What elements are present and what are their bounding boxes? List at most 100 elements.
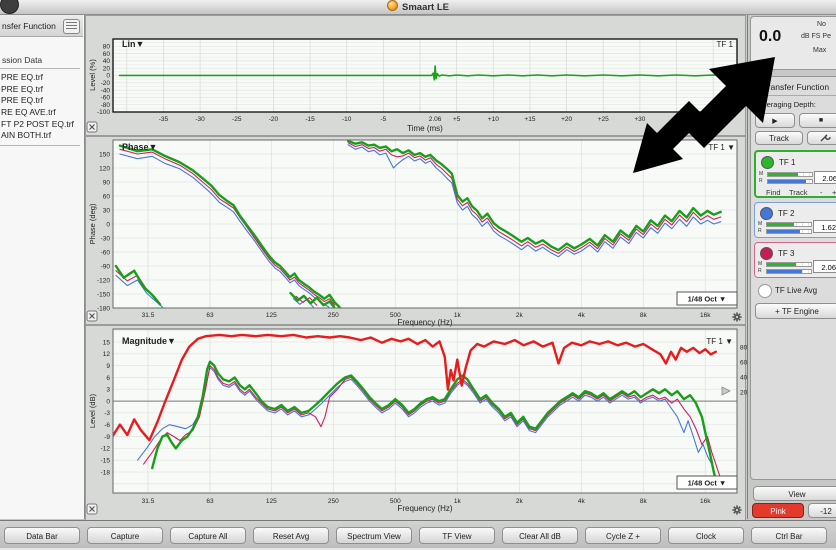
phase-plot-svg: Phase▼TF 1 ▼1501209060300-30-60-90-120-1… [85, 136, 746, 325]
magnitude-plot-type-dropdown[interactable]: Magnitude▼ [122, 336, 176, 346]
stop-button[interactable]: ■ [799, 113, 836, 128]
file-list-item[interactable]: AIN BOTH.trf [1, 130, 83, 142]
axis-tick-label: 125 [266, 498, 277, 505]
axis-tick-label: 20 [103, 65, 111, 72]
axis-tick-label: -18 [101, 469, 111, 476]
octave-smoothing-label: 1/48 Oct ▼ [688, 479, 727, 488]
toolbar-button-capture-all[interactable]: Capture All [170, 527, 246, 544]
tf1-track-button[interactable]: Track [789, 188, 807, 197]
toolbar-button-data-bar[interactable]: Data Bar [4, 527, 80, 544]
tf3-active-dot[interactable] [760, 247, 773, 260]
axis-tick-label: 30 [103, 207, 111, 214]
axis-tick-label: 250 [328, 498, 339, 505]
magnitude-active-tf-dropdown[interactable]: TF 1 ▼ [706, 337, 733, 346]
tf1-label: TF 1 [779, 158, 795, 167]
tf3-delay-value[interactable]: 2.06 [813, 260, 836, 273]
axis-tick-label: -150 [97, 291, 110, 298]
app-icon [387, 0, 398, 11]
tf1-delay-value[interactable]: 2.06 [814, 171, 836, 184]
axis-tick-label: -9 [104, 434, 110, 441]
axis-tick-label: 63 [206, 312, 214, 319]
axis-tick-label: -35 [159, 116, 169, 123]
toolbar-button-ctrl-bar[interactable]: Ctrl Bar [751, 527, 827, 544]
tf2-active-dot[interactable] [760, 207, 773, 220]
octave-smoothing-dropdown[interactable]: 1/48 Oct ▼ [677, 292, 737, 305]
play-button[interactable]: ▶ [755, 113, 795, 128]
axis-tick-label: +5 [453, 116, 461, 123]
phase-plot-type-dropdown[interactable]: Phase▼ [122, 142, 157, 152]
toolbar-button-cycle-z-[interactable]: Cycle Z + [585, 527, 661, 544]
axis-tick-label: -3 [104, 410, 110, 417]
add-tf-engine-label: + TF Engine [775, 307, 819, 316]
tf-live-avg-radio[interactable] [758, 284, 772, 298]
phase-active-tf-dropdown[interactable]: TF 1 ▼ [708, 143, 735, 152]
pink-noise-button[interactable]: Pink Noise [752, 503, 804, 518]
file-list-item[interactable]: RE EQ AVE.trf [1, 107, 83, 119]
file-list: PRE EQ.trfPRE EQ.trfPRE EQ.trfRE EQ AVE.… [1, 72, 83, 142]
close-plot-icon[interactable] [87, 122, 97, 132]
tf2-delay-value[interactable]: 1.62 [813, 220, 836, 233]
impulse-active-tf-label: TF 1 [717, 40, 734, 49]
axis-tick-label: 0 [106, 73, 110, 80]
sidebar: nsfer Function ssion Data PRE EQ.trfPRE … [0, 15, 85, 519]
view-label: View [788, 490, 805, 499]
r-meter-label: R [758, 268, 762, 274]
tf2-box[interactable]: TF 2 M R 1.62 [754, 202, 836, 238]
toolbar-button-capture[interactable]: Capture [87, 527, 163, 544]
title-bar: Smaart LE [0, 0, 836, 15]
tools-button[interactable] [807, 131, 836, 145]
axis-tick-label: +35 [671, 116, 682, 123]
toolbar-button-clear-all-db[interactable]: Clear All dB [502, 527, 578, 544]
file-list-item[interactable]: PRE EQ.trf [1, 95, 83, 107]
session-data-label[interactable]: ssion Data [2, 55, 42, 65]
octave-smoothing-dropdown[interactable]: 1/48 Oct ▼ [677, 476, 737, 489]
menu-icon[interactable] [63, 19, 80, 34]
track-button[interactable]: Track [755, 131, 803, 145]
axis-tick-label: 4k [578, 498, 586, 505]
axis-tick-label: 90 [103, 179, 111, 186]
file-list-item[interactable]: PRE EQ.trf [1, 72, 83, 84]
close-plot-icon[interactable] [87, 504, 97, 514]
toolbar-button-tf-view[interactable]: TF View [419, 527, 495, 544]
track-label: Track [769, 134, 789, 143]
toolbar-button-spectrum-view[interactable]: Spectrum View [336, 527, 412, 544]
toolbar-button-reset-avg[interactable]: Reset Avg [253, 527, 329, 544]
axis-tick-label: -5 [380, 116, 386, 123]
divider [0, 68, 80, 69]
gear-icon[interactable] [732, 312, 741, 321]
axis-tick-label: 31.5 [142, 498, 155, 505]
axis-tick-label: 2k [516, 312, 524, 319]
add-tf-engine-button[interactable]: + TF Engine [755, 303, 836, 319]
axis-tick-label: -60 [101, 249, 111, 256]
play-icon: ▶ [772, 118, 777, 125]
impulse-plot-type-dropdown[interactable]: Lin▼ [122, 39, 144, 49]
tf3-r-meter [766, 269, 812, 274]
axis-tick-label: -30 [101, 235, 111, 242]
file-list-item[interactable]: PRE EQ.trf [1, 84, 83, 96]
axis-tick-label: -100 [97, 109, 110, 116]
toolbar-button-clock[interactable]: Clock [668, 527, 744, 544]
axis-tick-label: -120 [97, 277, 110, 284]
meter-value: 0.0 [759, 28, 781, 46]
axis-tick-label: 2.06 [429, 116, 442, 123]
tf1-plus-button[interactable]: + [832, 188, 836, 197]
tf1-minus-button[interactable]: - [820, 188, 823, 197]
gear-icon[interactable] [732, 505, 741, 514]
axis-tick-label: 60 [103, 193, 111, 200]
tf1-active-dot[interactable] [761, 156, 774, 169]
tf1-r-meter [767, 179, 813, 184]
view-button[interactable]: View [753, 486, 836, 501]
x-axis-title: Time (ms) [407, 124, 443, 133]
tf1-box[interactable]: TF 1 M R 2.06 Find Track - + [754, 150, 836, 198]
tf1-m-meter [767, 172, 813, 177]
file-list-item[interactable]: FT P2 POST EQ.trf [1, 119, 83, 131]
axis-tick-label: +20 [561, 116, 572, 123]
tf3-box[interactable]: TF 3 M R 2.06 [754, 242, 836, 278]
noise-level-button[interactable]: -12 dB [808, 503, 836, 518]
axis-tick-label: +30 [634, 116, 645, 123]
axis-tick-label: -20 [101, 80, 111, 87]
axis-tick-label: +15 [524, 116, 535, 123]
axis-tick-label: 16k [700, 498, 711, 505]
tf1-find-button[interactable]: Find [766, 188, 781, 197]
close-plot-icon[interactable] [87, 311, 97, 321]
